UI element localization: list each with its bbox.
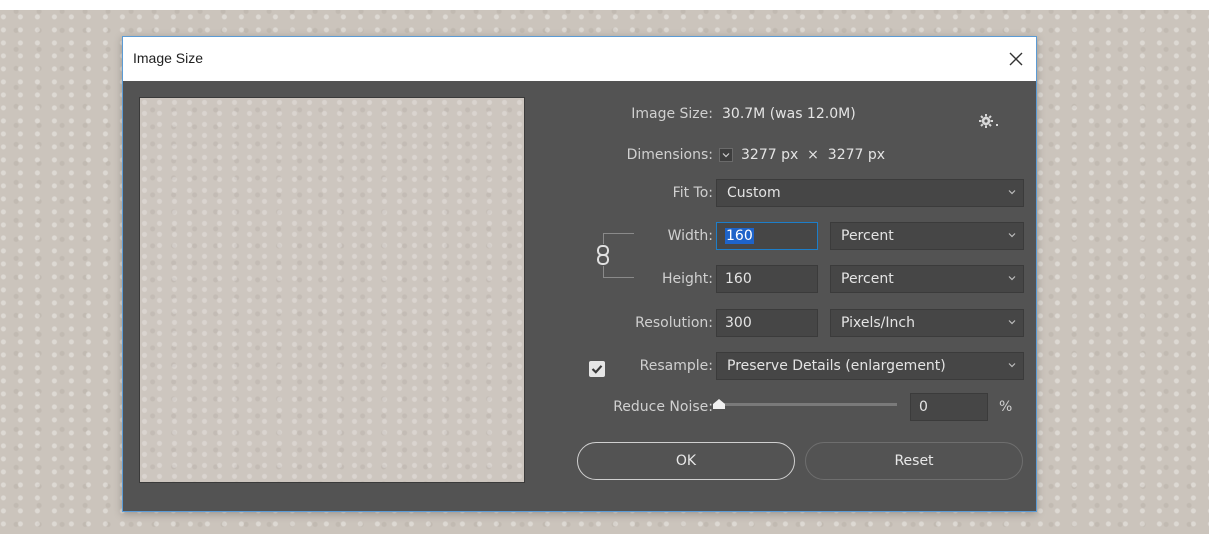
ok-button[interactable]: OK	[577, 442, 795, 480]
chevron-down-icon	[1008, 363, 1016, 368]
reduce-noise-slider-track[interactable]	[719, 403, 897, 406]
chevron-down-icon	[1008, 190, 1016, 195]
reset-button-label: Reset	[894, 453, 934, 469]
image-size-label: Image Size:	[631, 106, 713, 122]
resolution-unit-value: Pixels/Inch	[841, 315, 915, 331]
height-label: Height:	[662, 271, 713, 287]
chevron-down-icon	[1008, 320, 1016, 325]
image-preview[interactable]	[139, 97, 525, 483]
title-bar[interactable]: Image Size	[123, 37, 1036, 81]
chevron-down-icon	[1008, 276, 1016, 281]
close-button[interactable]	[1002, 45, 1030, 73]
reduce-noise-unit: %	[999, 399, 1013, 415]
fit-to-label: Fit To:	[672, 185, 713, 201]
image-size-dialog: Image Size Image Size: 30.7M (was 12.0M)…	[122, 36, 1037, 512]
fit-to-value: Custom	[727, 185, 781, 201]
width-unit-value: Percent	[841, 228, 894, 244]
reduce-noise-value: 0	[919, 399, 928, 415]
gear-icon[interactable]	[978, 113, 1000, 129]
chain-link-icon[interactable]	[595, 244, 611, 266]
ok-button-label: OK	[675, 453, 697, 469]
resample-label: Resample:	[639, 358, 713, 374]
chevron-down-icon	[1008, 233, 1016, 238]
fit-to-select[interactable]: Custom	[716, 179, 1024, 207]
width-value: 160	[725, 228, 754, 244]
resolution-unit-select[interactable]: Pixels/Inch	[830, 309, 1024, 337]
checkmark-icon	[591, 365, 603, 374]
height-input[interactable]: 160	[716, 265, 818, 293]
dimensions-value: 3277 px × 3277 px	[741, 147, 886, 163]
height-unit-select[interactable]: Percent	[830, 265, 1024, 293]
dimensions-label: Dimensions:	[626, 147, 713, 163]
resample-checkbox[interactable]	[589, 361, 605, 377]
resolution-input[interactable]: 300	[716, 309, 818, 337]
reduce-noise-slider-thumb[interactable]	[712, 398, 726, 410]
resample-method-value: Preserve Details (enlargement)	[727, 358, 946, 374]
dimensions-unit-toggle[interactable]	[719, 148, 733, 162]
outer-background	[0, 0, 1209, 10]
width-input[interactable]: 160	[716, 222, 818, 250]
dialog-title: Image Size	[133, 50, 204, 66]
resample-method-select[interactable]: Preserve Details (enlargement)	[716, 352, 1024, 380]
resolution-label: Resolution:	[635, 315, 713, 331]
height-unit-value: Percent	[841, 271, 894, 287]
width-unit-select[interactable]: Percent	[830, 222, 1024, 250]
reset-button[interactable]: Reset	[805, 442, 1023, 480]
image-size-value: 30.7M (was 12.0M)	[722, 106, 856, 122]
close-icon	[1009, 52, 1023, 66]
chevron-down-icon	[722, 153, 730, 158]
height-value: 160	[725, 271, 752, 287]
reduce-noise-label: Reduce Noise:	[613, 399, 713, 415]
width-label: Width:	[667, 228, 713, 244]
reduce-noise-input[interactable]: 0	[910, 393, 988, 421]
resolution-value: 300	[725, 315, 752, 331]
